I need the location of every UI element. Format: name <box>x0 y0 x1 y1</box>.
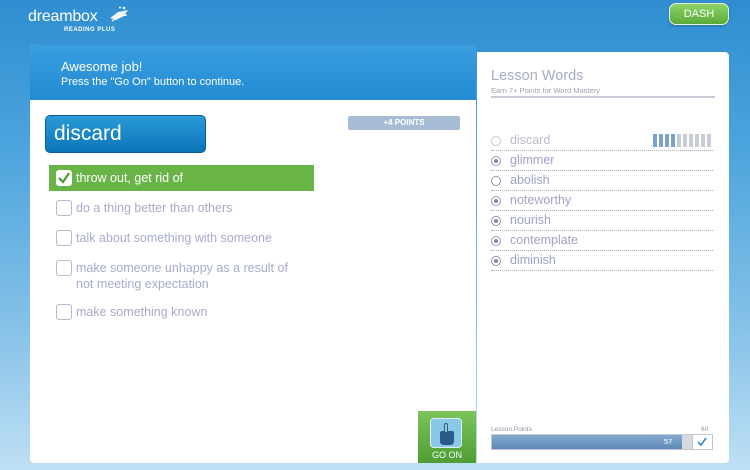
checkbox-icon[interactable] <box>56 200 72 216</box>
radio-filled-icon <box>491 256 501 266</box>
answer-label: make someone unhappy as a result of not … <box>76 261 288 291</box>
mastery-segment <box>695 134 699 147</box>
book-logo-icon <box>110 6 128 22</box>
radio-filled-icon <box>491 196 501 206</box>
lesson-word-row: nourish <box>491 211 713 231</box>
answer-label: talk about something with someone <box>76 231 272 245</box>
brand-sub: READING PLUS <box>64 27 116 33</box>
radio-empty-icon <box>491 136 501 146</box>
hand-pointer-icon <box>430 418 462 448</box>
answer-option-5[interactable]: make something known <box>49 299 314 325</box>
feedback-message: Press the "Go On" button to continue. <box>61 76 245 88</box>
question-card: Awesome job! Press the "Go On" button to… <box>30 45 476 463</box>
checkbox-icon[interactable] <box>56 260 72 276</box>
radio-filled-icon <box>491 156 501 166</box>
checkbox-icon[interactable] <box>56 230 72 246</box>
lesson-word: abolish <box>510 173 550 187</box>
answer-label: make something known <box>76 305 208 319</box>
radio-empty-icon <box>491 176 501 186</box>
checkmark-icon <box>692 435 712 449</box>
lesson-points-fill <box>492 435 682 449</box>
brand-name: dreambox <box>28 8 98 25</box>
lesson-words-subtitle: Earn 7+ Points for Word Mastery <box>491 86 600 95</box>
dreambox-logo: dreambox READING PLUS <box>28 6 128 33</box>
feedback-title: Awesome job! <box>61 59 143 74</box>
lesson-word: glimmer <box>510 153 555 167</box>
mastery-segment <box>689 134 693 147</box>
lesson-word-row: discard <box>491 131 713 151</box>
mastery-segment <box>653 134 657 147</box>
go-on-label: GO ON <box>431 450 462 460</box>
lesson-word: nourish <box>510 213 551 227</box>
checkbox-checked-icon[interactable] <box>56 170 72 186</box>
target-word: discard <box>45 115 206 153</box>
points-badge: +4 POINTS <box>348 116 460 130</box>
mastery-segment <box>665 134 669 147</box>
radio-filled-icon <box>491 236 501 246</box>
checkbox-icon[interactable] <box>56 304 72 320</box>
answer-option-4[interactable]: make someone unhappy as a result of not … <box>49 255 314 297</box>
answer-label: do a thing better than others <box>76 201 233 215</box>
lesson-word-row: contemplate <box>491 231 713 251</box>
lesson-points-max: 60 <box>701 426 709 433</box>
mastery-segment <box>707 134 711 147</box>
mastery-meter <box>653 134 711 147</box>
lesson-points-bar: 57 <box>491 434 713 450</box>
lesson-word: discard <box>510 133 551 147</box>
radio-filled-icon <box>491 216 501 226</box>
answer-option-2[interactable]: do a thing better than others <box>49 195 314 221</box>
lesson-points-value: 57 <box>664 437 673 446</box>
go-on-button[interactable]: GO ON <box>418 411 476 463</box>
mastery-segment <box>677 134 681 147</box>
answer-option-3[interactable]: talk about something with someone <box>49 225 314 251</box>
lesson-word-row: abolish <box>491 171 713 191</box>
divider <box>491 96 715 98</box>
lesson-word-row: glimmer <box>491 151 713 171</box>
lesson-word: noteworthy <box>510 193 572 207</box>
lesson-words-title: Lesson Words <box>491 68 584 84</box>
feedback-banner: Awesome job! Press the "Go On" button to… <box>30 45 476 100</box>
lesson-words-panel: Lesson Words Earn 7+ Points for Word Mas… <box>477 52 729 463</box>
mastery-segment <box>671 134 675 147</box>
lesson-word-row: diminish <box>491 251 713 271</box>
mastery-segment <box>659 134 663 147</box>
answer-label: throw out, get rid of <box>76 171 184 185</box>
lesson-word-row: noteworthy <box>491 191 713 211</box>
lesson-points-label: Lesson Points <box>491 426 532 433</box>
lesson-word: diminish <box>510 253 556 267</box>
mastery-segment <box>701 134 705 147</box>
mastery-segment <box>683 134 687 147</box>
dash-button[interactable]: DASH <box>669 3 729 25</box>
lesson-word: contemplate <box>510 233 579 247</box>
answer-option-1[interactable]: throw out, get rid of <box>49 165 314 191</box>
